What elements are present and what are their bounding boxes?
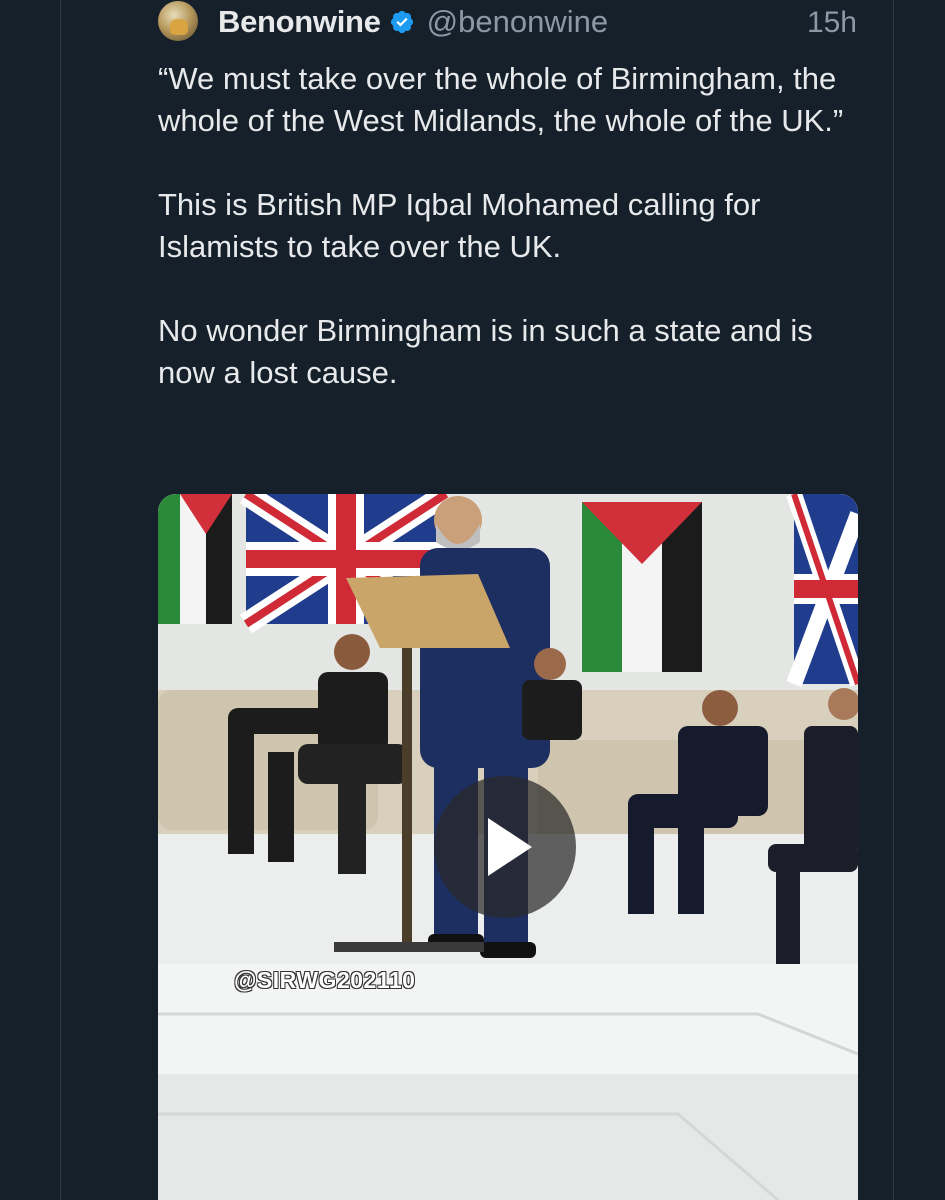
tweet-paragraph: “We must take over the whole of Birmingh… [158,61,844,138]
thread-divider-left [60,0,61,1200]
user-handle[interactable]: @benonwine [427,4,608,40]
play-button[interactable] [434,776,576,918]
tweet-body: “We must take over the whole of Birmingh… [158,58,858,436]
tweet-header: Benonwine @benonwine [218,2,857,42]
flag-center [582,502,702,672]
tweet-paragraph: This is British MP Iqbal Mohamed calling… [158,187,761,264]
tweet-paragraph: No wonder Birmingham is in such a state … [158,313,813,390]
tweet-page: Benonwine @benonwine 15h “We must take o… [0,0,945,1200]
play-icon [488,818,532,876]
union-flag-right [786,494,858,687]
video-watermark: @SIRWG202110 [234,967,416,993]
video-thumbnail[interactable]: @SIRWG202110 [158,494,858,1200]
avatar[interactable] [158,1,198,41]
flag-left [158,494,232,624]
display-name[interactable]: Benonwine [218,4,381,40]
verified-badge-icon [389,9,415,35]
thread-divider-right [893,0,894,1200]
timestamp[interactable]: 15h [807,6,857,40]
